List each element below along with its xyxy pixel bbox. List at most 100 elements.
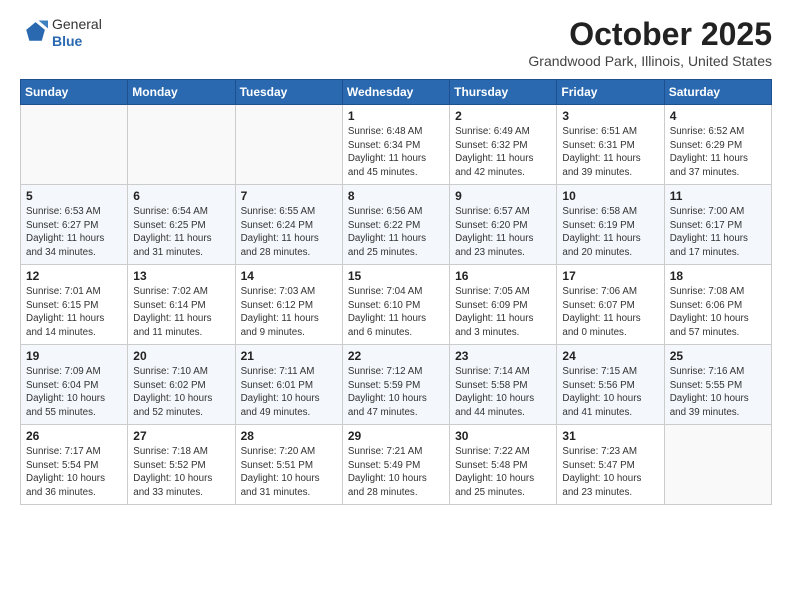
calendar-body: 1 Sunrise: 6:48 AM Sunset: 6:34 PM Daylig… <box>21 105 772 505</box>
cell-info-text: Sunrise: 7:04 AM Sunset: 6:10 PM Dayligh… <box>348 285 444 340</box>
cell-day-number: 4 <box>670 109 766 123</box>
weekday-header-thursday: Thursday <box>450 80 557 105</box>
title-block: October 2025 Grandwood Park, Illinois, U… <box>528 16 772 69</box>
cell-day-number: 23 <box>455 349 551 363</box>
cell-day-number: 3 <box>562 109 658 123</box>
cell-day-number: 11 <box>670 189 766 203</box>
cell-info-text: Sunrise: 7:08 AM Sunset: 6:06 PM Dayligh… <box>670 285 766 340</box>
calendar-cell: 24Sunrise: 7:15 AM Sunset: 5:56 PM Dayli… <box>557 345 664 425</box>
cell-info-text: Sunrise: 7:22 AM Sunset: 5:48 PM Dayligh… <box>455 445 551 500</box>
calendar-cell: 30 Sunrise: 7:22 AM Sunset: 5:48 PM Dayli… <box>450 425 557 505</box>
calendar-cell: 8Sunrise: 6:56 AM Sunset: 6:22 PM Daylig… <box>342 185 449 265</box>
logo-icon <box>20 19 48 47</box>
weekday-header-tuesday: Tuesday <box>235 80 342 105</box>
cell-day-number: 26 <box>26 429 122 443</box>
cell-day-number: 21 <box>241 349 337 363</box>
location: Grandwood Park, Illinois, United States <box>528 53 772 69</box>
cell-day-number: 29 <box>348 429 444 443</box>
cell-info-text: Sunrise: 6:48 AM Sunset: 6:34 PM Dayligh… <box>348 125 444 180</box>
logo-text: General Blue <box>52 16 102 50</box>
calendar-cell: 13 Sunrise: 7:02 AM Sunset: 6:14 PM Dayli… <box>128 265 235 345</box>
cell-info-text: Sunrise: 7:02 AM Sunset: 6:14 PM Dayligh… <box>133 285 229 340</box>
logo-blue: Blue <box>52 33 102 50</box>
calendar-cell: 5 Sunrise: 6:53 AM Sunset: 6:27 PM Daylig… <box>21 185 128 265</box>
cell-day-number: 30 <box>455 429 551 443</box>
cell-day-number: 12 <box>26 269 122 283</box>
cell-day-number: 1 <box>348 109 444 123</box>
weekday-header-saturday: Saturday <box>664 80 771 105</box>
cell-info-text: Sunrise: 7:18 AM Sunset: 5:52 PM Dayligh… <box>133 445 229 500</box>
cell-day-number: 13 <box>133 269 229 283</box>
calendar-cell <box>235 105 342 185</box>
cell-info-text: Sunrise: 6:53 AM Sunset: 6:27 PM Dayligh… <box>26 205 122 260</box>
cell-info-text: Sunrise: 6:57 AM Sunset: 6:20 PM Dayligh… <box>455 205 551 260</box>
cell-day-number: 27 <box>133 429 229 443</box>
cell-info-text: Sunrise: 7:01 AM Sunset: 6:15 PM Dayligh… <box>26 285 122 340</box>
calendar-week-4: 26 Sunrise: 7:17 AM Sunset: 5:54 PM Dayli… <box>21 425 772 505</box>
calendar-week-3: 19 Sunrise: 7:09 AM Sunset: 6:04 PM Dayli… <box>21 345 772 425</box>
calendar-cell: 22Sunrise: 7:12 AM Sunset: 5:59 PM Dayli… <box>342 345 449 425</box>
cell-info-text: Sunrise: 7:06 AM Sunset: 6:07 PM Dayligh… <box>562 285 658 340</box>
calendar-cell: 2Sunrise: 6:49 AM Sunset: 6:32 PM Daylig… <box>450 105 557 185</box>
cell-info-text: Sunrise: 7:03 AM Sunset: 6:12 PM Dayligh… <box>241 285 337 340</box>
calendar-cell: 10Sunrise: 6:58 AM Sunset: 6:19 PM Dayli… <box>557 185 664 265</box>
calendar-cell: 18Sunrise: 7:08 AM Sunset: 6:06 PM Dayli… <box>664 265 771 345</box>
cell-day-number: 17 <box>562 269 658 283</box>
calendar-cell: 4 Sunrise: 6:52 AM Sunset: 6:29 PM Daylig… <box>664 105 771 185</box>
calendar-cell: 6Sunrise: 6:54 AM Sunset: 6:25 PM Daylig… <box>128 185 235 265</box>
calendar-week-1: 5 Sunrise: 6:53 AM Sunset: 6:27 PM Daylig… <box>21 185 772 265</box>
cell-day-number: 14 <box>241 269 337 283</box>
cell-day-number: 6 <box>133 189 229 203</box>
cell-info-text: Sunrise: 7:20 AM Sunset: 5:51 PM Dayligh… <box>241 445 337 500</box>
cell-info-text: Sunrise: 6:56 AM Sunset: 6:22 PM Dayligh… <box>348 205 444 260</box>
cell-info-text: Sunrise: 7:14 AM Sunset: 5:58 PM Dayligh… <box>455 365 551 420</box>
calendar-cell: 16Sunrise: 7:05 AM Sunset: 6:09 PM Dayli… <box>450 265 557 345</box>
cell-day-number: 31 <box>562 429 658 443</box>
cell-info-text: Sunrise: 7:09 AM Sunset: 6:04 PM Dayligh… <box>26 365 122 420</box>
weekday-header-sunday: Sunday <box>21 80 128 105</box>
calendar-cell: 26 Sunrise: 7:17 AM Sunset: 5:54 PM Dayli… <box>21 425 128 505</box>
calendar-cell: 28 Sunrise: 7:20 AM Sunset: 5:51 PM Dayli… <box>235 425 342 505</box>
calendar-cell: 23 Sunrise: 7:14 AM Sunset: 5:58 PM Dayli… <box>450 345 557 425</box>
calendar-cell <box>664 425 771 505</box>
calendar-cell <box>21 105 128 185</box>
cell-day-number: 16 <box>455 269 551 283</box>
calendar-cell: 7 Sunrise: 6:55 AM Sunset: 6:24 PM Daylig… <box>235 185 342 265</box>
logo: General Blue <box>20 16 102 50</box>
cell-day-number: 25 <box>670 349 766 363</box>
cell-info-text: Sunrise: 7:23 AM Sunset: 5:47 PM Dayligh… <box>562 445 658 500</box>
weekday-header-wednesday: Wednesday <box>342 80 449 105</box>
cell-info-text: Sunrise: 6:55 AM Sunset: 6:24 PM Dayligh… <box>241 205 337 260</box>
calendar-cell: 12 Sunrise: 7:01 AM Sunset: 6:15 PM Dayli… <box>21 265 128 345</box>
cell-day-number: 9 <box>455 189 551 203</box>
cell-info-text: Sunrise: 7:16 AM Sunset: 5:55 PM Dayligh… <box>670 365 766 420</box>
calendar-cell: 11 Sunrise: 7:00 AM Sunset: 6:17 PM Dayli… <box>664 185 771 265</box>
header: General Blue October 2025 Grandwood Park… <box>20 16 772 69</box>
cell-day-number: 5 <box>26 189 122 203</box>
page: General Blue October 2025 Grandwood Park… <box>0 0 792 612</box>
cell-info-text: Sunrise: 7:15 AM Sunset: 5:56 PM Dayligh… <box>562 365 658 420</box>
calendar-cell: 21 Sunrise: 7:11 AM Sunset: 6:01 PM Dayli… <box>235 345 342 425</box>
cell-info-text: Sunrise: 7:12 AM Sunset: 5:59 PM Dayligh… <box>348 365 444 420</box>
cell-info-text: Sunrise: 7:17 AM Sunset: 5:54 PM Dayligh… <box>26 445 122 500</box>
cell-info-text: Sunrise: 6:52 AM Sunset: 6:29 PM Dayligh… <box>670 125 766 180</box>
cell-day-number: 19 <box>26 349 122 363</box>
calendar-week-2: 12 Sunrise: 7:01 AM Sunset: 6:15 PM Dayli… <box>21 265 772 345</box>
calendar-cell: 19 Sunrise: 7:09 AM Sunset: 6:04 PM Dayli… <box>21 345 128 425</box>
cell-info-text: Sunrise: 7:00 AM Sunset: 6:17 PM Dayligh… <box>670 205 766 260</box>
calendar-cell: 25 Sunrise: 7:16 AM Sunset: 5:55 PM Dayli… <box>664 345 771 425</box>
calendar-cell: 9 Sunrise: 6:57 AM Sunset: 6:20 PM Daylig… <box>450 185 557 265</box>
weekday-row: SundayMondayTuesdayWednesdayThursdayFrid… <box>21 80 772 105</box>
cell-day-number: 2 <box>455 109 551 123</box>
calendar-cell: 1 Sunrise: 6:48 AM Sunset: 6:34 PM Daylig… <box>342 105 449 185</box>
cell-info-text: Sunrise: 6:51 AM Sunset: 6:31 PM Dayligh… <box>562 125 658 180</box>
cell-day-number: 28 <box>241 429 337 443</box>
cell-info-text: Sunrise: 7:11 AM Sunset: 6:01 PM Dayligh… <box>241 365 337 420</box>
calendar-cell: 3 Sunrise: 6:51 AM Sunset: 6:31 PM Daylig… <box>557 105 664 185</box>
calendar-header: SundayMondayTuesdayWednesdayThursdayFrid… <box>21 80 772 105</box>
calendar-week-0: 1 Sunrise: 6:48 AM Sunset: 6:34 PM Daylig… <box>21 105 772 185</box>
cell-day-number: 20 <box>133 349 229 363</box>
cell-day-number: 7 <box>241 189 337 203</box>
calendar-cell <box>128 105 235 185</box>
calendar-cell: 20Sunrise: 7:10 AM Sunset: 6:02 PM Dayli… <box>128 345 235 425</box>
